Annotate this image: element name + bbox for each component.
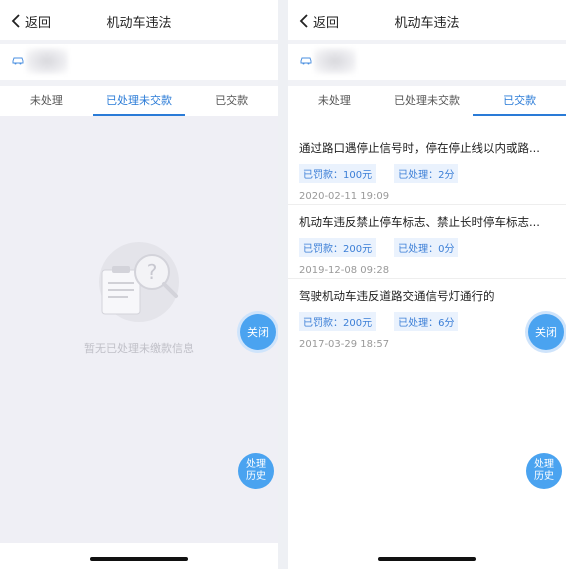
plate-number-redacted (26, 48, 68, 74)
violation-title: 驾驶机动车违反道路交通信号灯通行的 (299, 289, 495, 303)
list-item[interactable]: 机动车违反禁止停车标志、禁止长时停车标志... 已罚款：200元 已处理：0分 … (288, 214, 566, 276)
points-badge: 已处理：2分 (394, 164, 459, 183)
list-item[interactable]: 通过路口遇停止信号时，停在停止线以内或路... 已罚款：100元 已处理：2分 … (288, 140, 566, 202)
tab-processed-unpaid[interactable]: 已处理未交款 (381, 86, 474, 116)
violation-date: 2019-12-08 09:28 (299, 265, 390, 276)
violation-list: 通过路口遇停止信号时，停在停止线以内或路... 已罚款：100元 已处理：2分 … (288, 116, 566, 543)
plate-number-redacted (314, 48, 356, 74)
tab-unprocessed[interactable]: 未处理 (288, 86, 381, 116)
fine-badge: 已罚款：200元 (299, 312, 377, 331)
home-indicator[interactable] (378, 557, 476, 561)
svg-text:?: ? (147, 260, 158, 284)
history-label-line1: 处理 (246, 459, 266, 470)
car-icon (12, 57, 24, 65)
car-icon (300, 57, 312, 65)
divider (288, 278, 566, 279)
violation-date: 2017-03-29 18:57 (299, 339, 390, 350)
vehicle-row (288, 44, 566, 80)
divider (288, 204, 566, 205)
points-badge: 已处理：6分 (394, 312, 459, 331)
violation-title: 机动车违反禁止停车标志、禁止长时停车标志... (299, 215, 540, 229)
vehicle-row (0, 44, 278, 80)
page-title: 机动车违法 (394, 16, 460, 31)
fine-badge: 已罚款：200元 (299, 238, 377, 257)
right-screen: 返回 机动车违法 未处理 已处理未交款 已交款 通过路口遇停止信号时，停在停止线… (288, 0, 566, 569)
tab-paid[interactable]: 已交款 (473, 86, 566, 116)
page-title: 机动车违法 (106, 16, 172, 31)
empty-message: 暂无已处理未缴款信息 (84, 342, 194, 355)
home-bar (288, 543, 566, 569)
screen-gap (278, 0, 288, 569)
tab-unprocessed[interactable]: 未处理 (0, 86, 93, 116)
nav-bar: 返回 机动车违法 (0, 0, 278, 40)
violation-title: 通过路口遇停止信号时，停在停止线以内或路... (299, 141, 540, 155)
violation-date: 2020-02-11 19:09 (299, 191, 390, 202)
home-bar (0, 543, 278, 569)
tab-bar: 未处理 已处理未交款 已交款 (288, 86, 566, 116)
tab-bar: 未处理 已处理未交款 已交款 (0, 86, 278, 116)
empty-state: ? 暂无已处理未缴款信息 (0, 116, 278, 543)
history-button[interactable]: 处理 历史 (238, 453, 274, 489)
history-label-line1: 处理 (534, 459, 554, 470)
home-indicator[interactable] (90, 557, 188, 561)
close-button[interactable]: 关闭 (528, 314, 564, 350)
history-label-line2: 历史 (246, 471, 266, 482)
points-badge: 已处理：0分 (394, 238, 459, 257)
tab-processed-unpaid[interactable]: 已处理未交款 (92, 86, 186, 116)
tab-paid[interactable]: 已交款 (185, 86, 278, 116)
history-button[interactable]: 处理 历史 (526, 453, 562, 489)
left-screen: 返回 机动车违法 未处理 已处理未交款 已交款 ? 暂无已处理未缴款信息 关闭 (0, 0, 278, 569)
clipboard-question-icon: ? (99, 242, 179, 322)
nav-bar: 返回 机动车违法 (288, 0, 566, 40)
close-button[interactable]: 关闭 (240, 314, 276, 350)
fine-badge: 已罚款：100元 (299, 164, 377, 183)
list-item[interactable]: 驾驶机动车违反道路交通信号灯通行的 已罚款：200元 已处理：6分 2017-0… (288, 288, 566, 350)
history-label-line2: 历史 (534, 471, 554, 482)
